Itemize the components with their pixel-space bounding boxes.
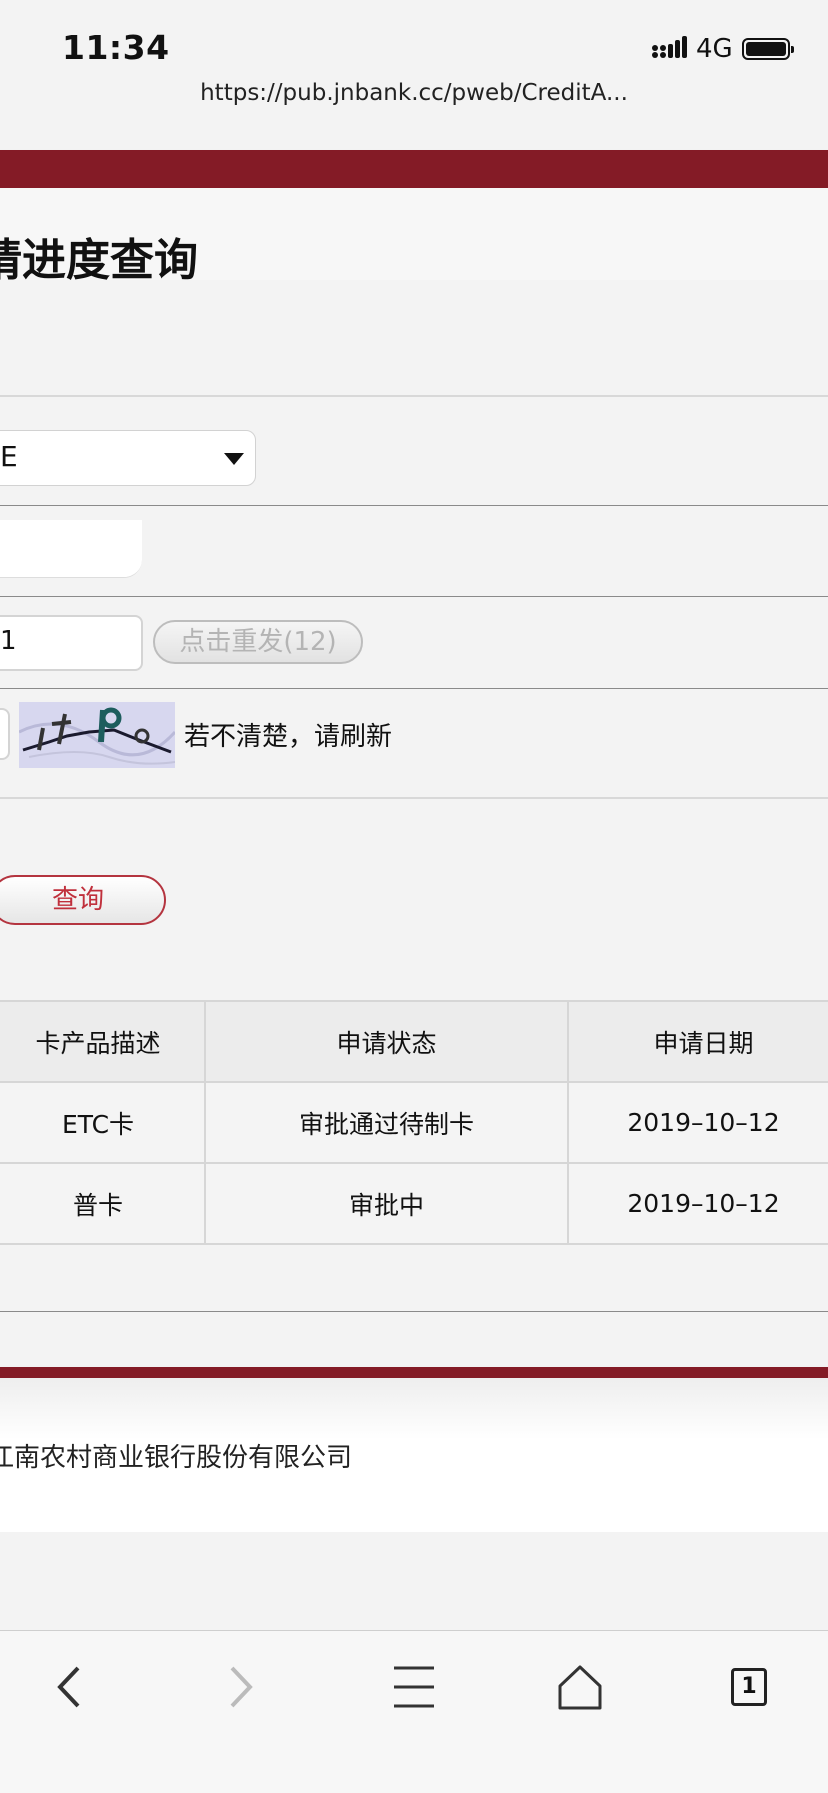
resend-sms-button[interactable]: 点击重发(12) bbox=[153, 620, 363, 664]
divider bbox=[0, 1311, 828, 1312]
divider bbox=[0, 395, 828, 397]
captcha-input[interactable] bbox=[0, 708, 10, 760]
status-time: 11:34 bbox=[62, 28, 170, 67]
divider bbox=[0, 505, 828, 506]
divider bbox=[0, 688, 828, 689]
captcha-refresh-hint[interactable]: 若不清楚，请刷新 bbox=[184, 716, 392, 753]
url-bar[interactable]: https://pub.jnbank.cc/pweb/CreditA... bbox=[0, 80, 828, 106]
chevron-down-icon[interactable] bbox=[224, 453, 244, 465]
page-title: 请进度查询 bbox=[0, 235, 198, 286]
network-type: 4G bbox=[696, 34, 733, 64]
cell-product: ETC卡 bbox=[0, 1081, 206, 1164]
divider bbox=[0, 797, 828, 799]
cell-date: 2019–10–12 bbox=[567, 1162, 828, 1245]
results-table: 卡产品描述 申请状态 申请日期 ETC卡 审批通过待制卡 2019–10–12 … bbox=[0, 1000, 828, 1245]
cell-status: 审批通过待制卡 bbox=[204, 1081, 569, 1164]
column-header-status: 申请状态 bbox=[204, 1000, 569, 1083]
id-number-field[interactable] bbox=[0, 520, 142, 578]
cell-status: 审批中 bbox=[204, 1162, 569, 1245]
table-header-row: 卡产品描述 申请状态 申请日期 bbox=[0, 1000, 828, 1083]
battery-icon bbox=[742, 38, 794, 60]
home-icon[interactable] bbox=[550, 1660, 610, 1714]
sms-code-field[interactable] bbox=[0, 615, 143, 671]
cellular-signal-icon bbox=[652, 36, 687, 58]
footer-company-name: 江南农村商业银行股份有限公司 bbox=[0, 1443, 353, 1473]
cell-product: 普卡 bbox=[0, 1162, 206, 1245]
back-icon[interactable] bbox=[40, 1660, 100, 1714]
divider bbox=[0, 596, 828, 597]
query-button[interactable]: 查询 bbox=[0, 875, 166, 925]
tab-count: 1 bbox=[731, 1668, 767, 1706]
id-type-value: E bbox=[0, 440, 18, 473]
header-band bbox=[0, 150, 828, 188]
cell-date: 2019–10–12 bbox=[567, 1081, 828, 1164]
table-row: 普卡 审批中 2019–10–12 bbox=[0, 1162, 828, 1245]
column-header-product: 卡产品描述 bbox=[0, 1000, 206, 1083]
sms-code-value: 1 bbox=[0, 626, 17, 656]
column-header-date: 申请日期 bbox=[567, 1000, 828, 1083]
forward-icon[interactable] bbox=[210, 1660, 270, 1714]
tabs-icon[interactable]: 1 bbox=[720, 1660, 780, 1714]
table-row: ETC卡 审批通过待制卡 2019–10–12 bbox=[0, 1081, 828, 1164]
id-type-select[interactable] bbox=[0, 430, 256, 486]
footer-band bbox=[0, 1367, 828, 1378]
captcha-image[interactable] bbox=[19, 702, 175, 768]
menu-icon[interactable] bbox=[384, 1660, 444, 1714]
